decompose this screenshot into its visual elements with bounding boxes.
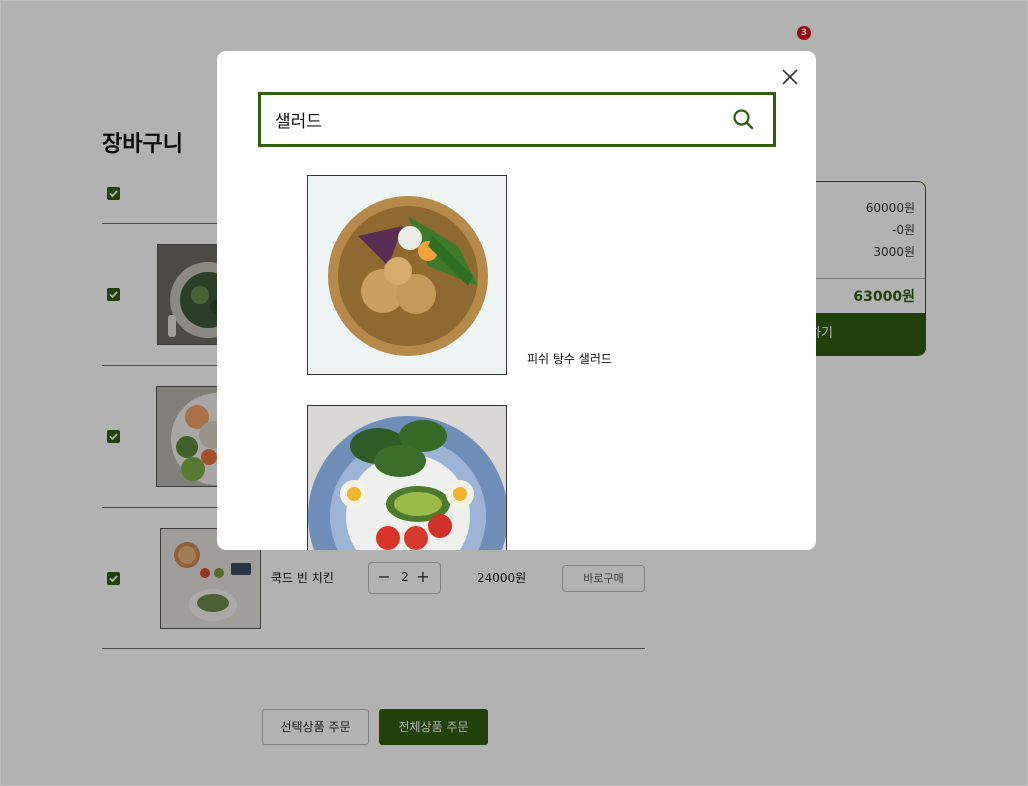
search-input[interactable] (275, 107, 715, 131)
search-result-name[interactable]: 피쉬 탕수 샐러드 (527, 350, 612, 367)
search-icon[interactable] (731, 107, 755, 131)
search-result-item[interactable] (307, 405, 816, 550)
search-result-item[interactable]: 피쉬 탕수 샐러드 (307, 175, 816, 375)
search-result-image[interactable] (307, 175, 507, 375)
search-modal: 피쉬 탕수 샐러드 (217, 51, 816, 550)
page-frame: Lechou 베스트 제품 선물추천 브랜드 3 로그인 회원가입 장바구니 쿡… (0, 0, 1028, 786)
search-box (258, 92, 776, 147)
close-icon[interactable] (780, 67, 800, 87)
search-result-image[interactable] (307, 405, 507, 550)
search-results: 피쉬 탕수 샐러드 (217, 175, 816, 550)
